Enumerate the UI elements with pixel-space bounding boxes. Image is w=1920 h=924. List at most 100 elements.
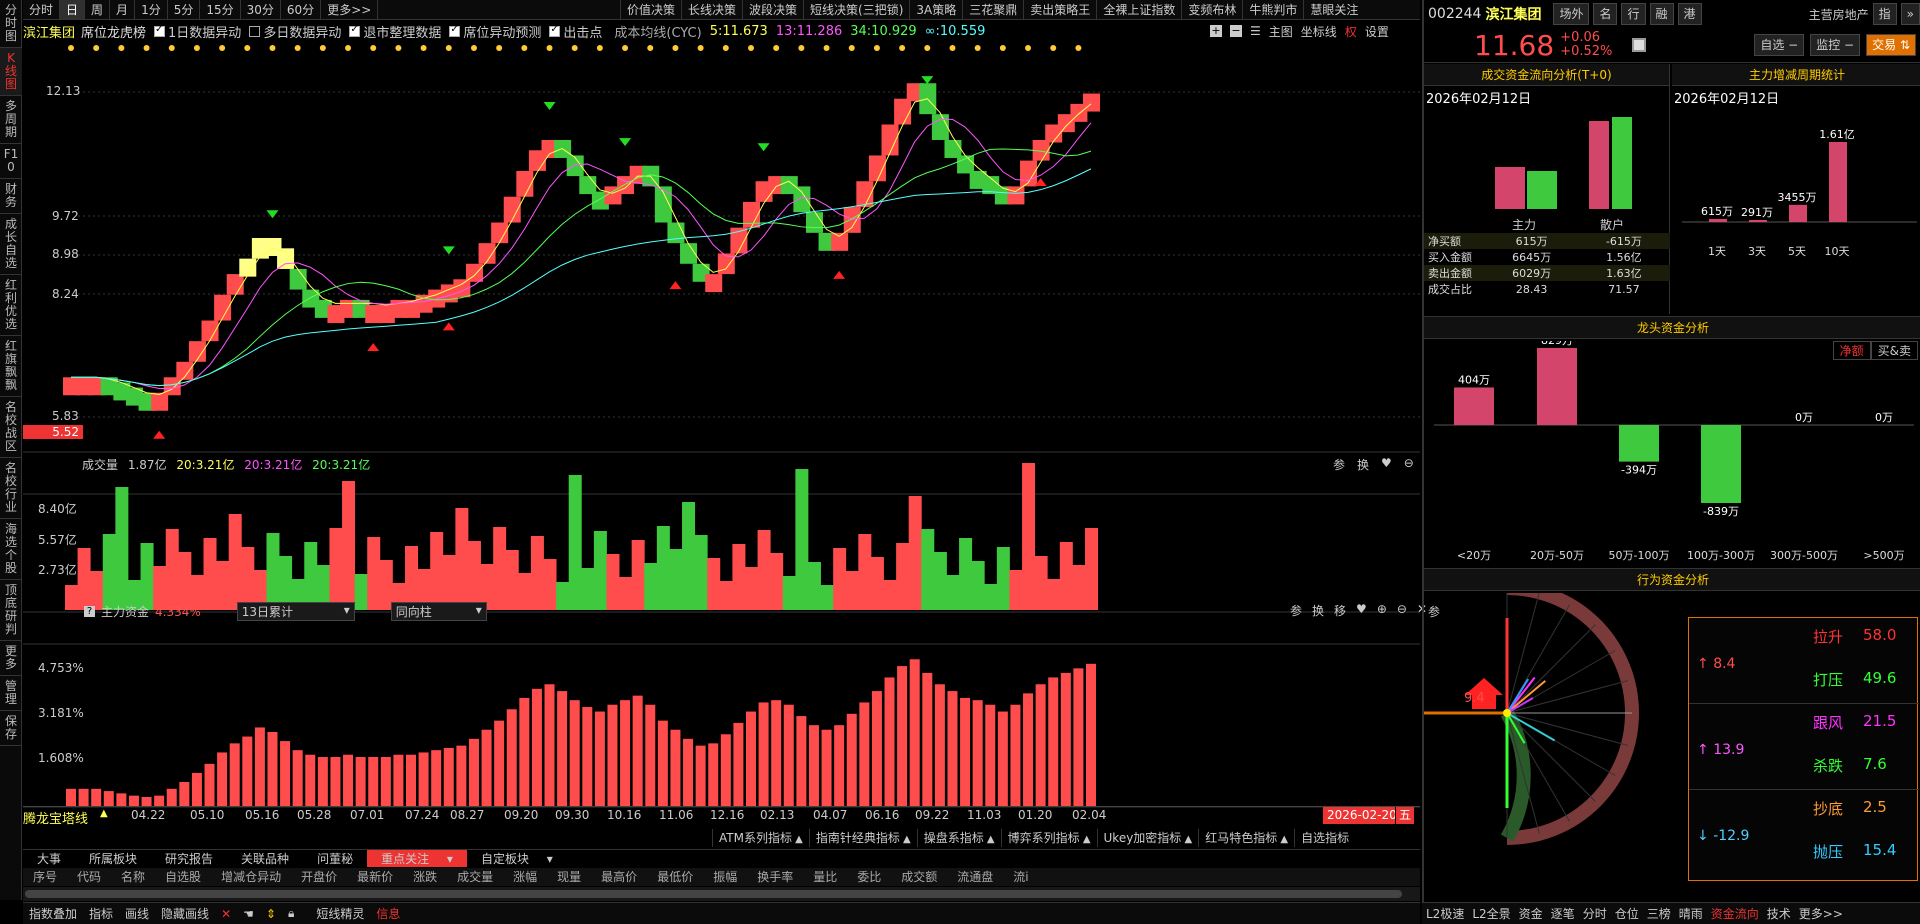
right-status-tab[interactable]: L2极速	[1422, 905, 1468, 922]
column-header[interactable]: 最新价	[347, 868, 403, 886]
period-tab[interactable]: 周	[85, 0, 111, 19]
bottom-tab[interactable]: 问董秘	[303, 850, 367, 867]
right-status-tab[interactable]: 分时	[1579, 905, 1611, 922]
scrollbar-thumb[interactable]	[25, 890, 1402, 898]
period-tab[interactable]: 更多>>	[321, 0, 379, 19]
sub-indicator-tab[interactable]: 博弈系列指标 ▲	[1000, 829, 1097, 847]
play-icon[interactable]: ▲	[100, 808, 108, 819]
heart-icon[interactable]: ♥	[1381, 456, 1392, 473]
column-header[interactable]: 成交额	[891, 868, 947, 886]
hide-lines-button[interactable]: 隐藏画线	[155, 905, 215, 922]
main-chart-button[interactable]: 主图	[1269, 23, 1293, 40]
strategy-menu-item[interactable]: 3A策略	[909, 0, 962, 20]
column-header[interactable]: 涨跌	[403, 868, 447, 886]
tag-hk[interactable]: 港	[1677, 3, 1702, 25]
sub-indicator-tab[interactable]: 自选指标	[1294, 829, 1355, 847]
checkbox-multiday[interactable]	[249, 25, 261, 37]
column-header[interactable]: 最低价	[647, 868, 703, 886]
column-header[interactable]: 现量	[547, 868, 591, 886]
column-header[interactable]: 代码	[67, 868, 111, 886]
period-tab[interactable]: 月	[110, 0, 136, 19]
bottom-tab[interactable]: 大事	[23, 850, 75, 867]
right-status-tab[interactable]: 技术	[1763, 905, 1795, 922]
monitor-button[interactable]: 监控 −	[1810, 34, 1861, 56]
column-header[interactable]: 自选股	[155, 868, 211, 886]
nav-item[interactable]: 保存	[0, 711, 22, 746]
period-select[interactable]: 13日累计 ▾	[236, 602, 355, 621]
volume-param-button[interactable]: 参	[1333, 456, 1345, 473]
nav-item[interactable]: 红利优选	[0, 275, 22, 336]
zoom-out-icon[interactable]: −	[1230, 25, 1242, 37]
column-header[interactable]: 序号	[23, 868, 67, 886]
bottom-tab[interactable]: 研究报告	[151, 850, 227, 867]
checkbox-forecast[interactable]	[449, 24, 461, 37]
sub-indicator-tab[interactable]: 红马特色指标 ▲	[1198, 829, 1294, 847]
strategy-menu-item[interactable]: 变频布林	[1181, 0, 1242, 20]
period-tab[interactable]: 分时	[23, 0, 61, 19]
strategy-menu-item[interactable]: 慧眼关注	[1303, 0, 1364, 20]
column-header[interactable]: 成交量	[447, 868, 503, 886]
zoom-out-icon[interactable]: ⊖	[1397, 602, 1407, 619]
tag-industry[interactable]: 行	[1621, 3, 1646, 25]
period-tab[interactable]: 30分	[241, 0, 281, 19]
capital-move-button[interactable]: 移	[1334, 602, 1346, 619]
strategy-menu-item[interactable]: 牛熊判市	[1242, 0, 1303, 20]
hand-icon[interactable]: ☚	[237, 907, 260, 921]
lock-icon[interactable]: 🔒︎	[282, 906, 300, 921]
checkbox-delist[interactable]	[349, 24, 361, 37]
strategy-menu-item[interactable]: 长线决策	[681, 0, 742, 20]
right-status-tab[interactable]: 仓位	[1611, 905, 1643, 922]
strategy-menu-item[interactable]: 价值决策	[620, 0, 681, 20]
indicator-button[interactable]: 指标	[83, 905, 119, 922]
column-header[interactable]: 委比	[847, 868, 891, 886]
column-header[interactable]: 振幅	[703, 868, 747, 886]
chevron-icon[interactable]: »	[1900, 3, 1920, 25]
nav-item[interactable]: 名校战区	[0, 397, 22, 458]
right-button[interactable]: 权	[1345, 23, 1357, 40]
right-status-tab[interactable]: 资金	[1515, 905, 1547, 922]
capital-switch-button[interactable]: 换	[1312, 602, 1324, 619]
bottom-tab[interactable]: 所属板块	[75, 850, 151, 867]
axis-button[interactable]: 坐标线	[1301, 23, 1337, 40]
tag-otc[interactable]: 场外	[1553, 3, 1590, 25]
strategy-menu-item[interactable]: 三花聚鼎	[962, 0, 1023, 20]
heart-icon[interactable]: ♥	[1356, 602, 1367, 619]
menu-icon[interactable]: ☰	[1250, 24, 1261, 38]
column-header[interactable]: 开盘价	[291, 868, 347, 886]
dragon-tiger-tag[interactable]: 席位龙虎榜	[81, 22, 146, 41]
nav-item[interactable]: 管理	[0, 676, 22, 711]
right-status-tab[interactable]: 晴雨	[1675, 905, 1707, 922]
capital-param-button[interactable]: 参	[1290, 602, 1302, 619]
sub-indicator-tab[interactable]: ATM系列指标 ▲	[712, 829, 809, 847]
column-header[interactable]: 流i	[1003, 868, 1038, 886]
volume-switch-button[interactable]: 换	[1357, 456, 1369, 473]
tag-margin[interactable]: 融	[1649, 3, 1674, 25]
bottom-tab[interactable]: 自定板块 ▾	[467, 850, 567, 867]
column-header[interactable]: 流通盘	[947, 868, 1003, 886]
nav-item[interactable]: 顶底研判	[0, 580, 22, 641]
sub-indicator-tab[interactable]: 指南针经典指标 ▲	[808, 829, 917, 847]
nav-item[interactable]: 成长自选	[0, 214, 22, 275]
checkbox-attack[interactable]	[549, 24, 561, 37]
period-tab[interactable]: 15分	[200, 0, 241, 19]
help-icon[interactable]: ?	[84, 606, 95, 617]
column-header[interactable]: 量比	[803, 868, 847, 886]
right-status-tab[interactable]: 逐笔	[1547, 905, 1579, 922]
updown-icon[interactable]: ⇕	[260, 907, 282, 921]
watchlist-button[interactable]: 自选 −	[1754, 34, 1805, 56]
nav-item[interactable]: 名校行业	[0, 458, 22, 519]
strategy-menu-item[interactable]: 全裸上证指数	[1096, 0, 1181, 20]
horizontal-scrollbar[interactable]	[23, 887, 1420, 901]
strategy-menu-item[interactable]: 卖出策略王	[1023, 0, 1096, 20]
bottom-tab[interactable]: 重点关注 ▾	[367, 850, 467, 867]
tag-name[interactable]: 名	[1593, 3, 1618, 25]
bottom-tab[interactable]: 关联品种	[227, 850, 303, 867]
nav-item[interactable]: 红旗飘飘	[0, 336, 22, 397]
index-overlay-button[interactable]: 指数叠加	[23, 905, 83, 922]
zoom-in-icon[interactable]: +	[1210, 25, 1222, 37]
strategy-menu-item[interactable]: 波段决策	[742, 0, 803, 20]
draw-line-button[interactable]: 画线	[119, 905, 155, 922]
right-status-tab[interactable]: 更多>>	[1795, 905, 1847, 922]
nav-item[interactable]: 多周期	[0, 96, 22, 144]
kline-chart[interactable]	[23, 42, 1420, 832]
